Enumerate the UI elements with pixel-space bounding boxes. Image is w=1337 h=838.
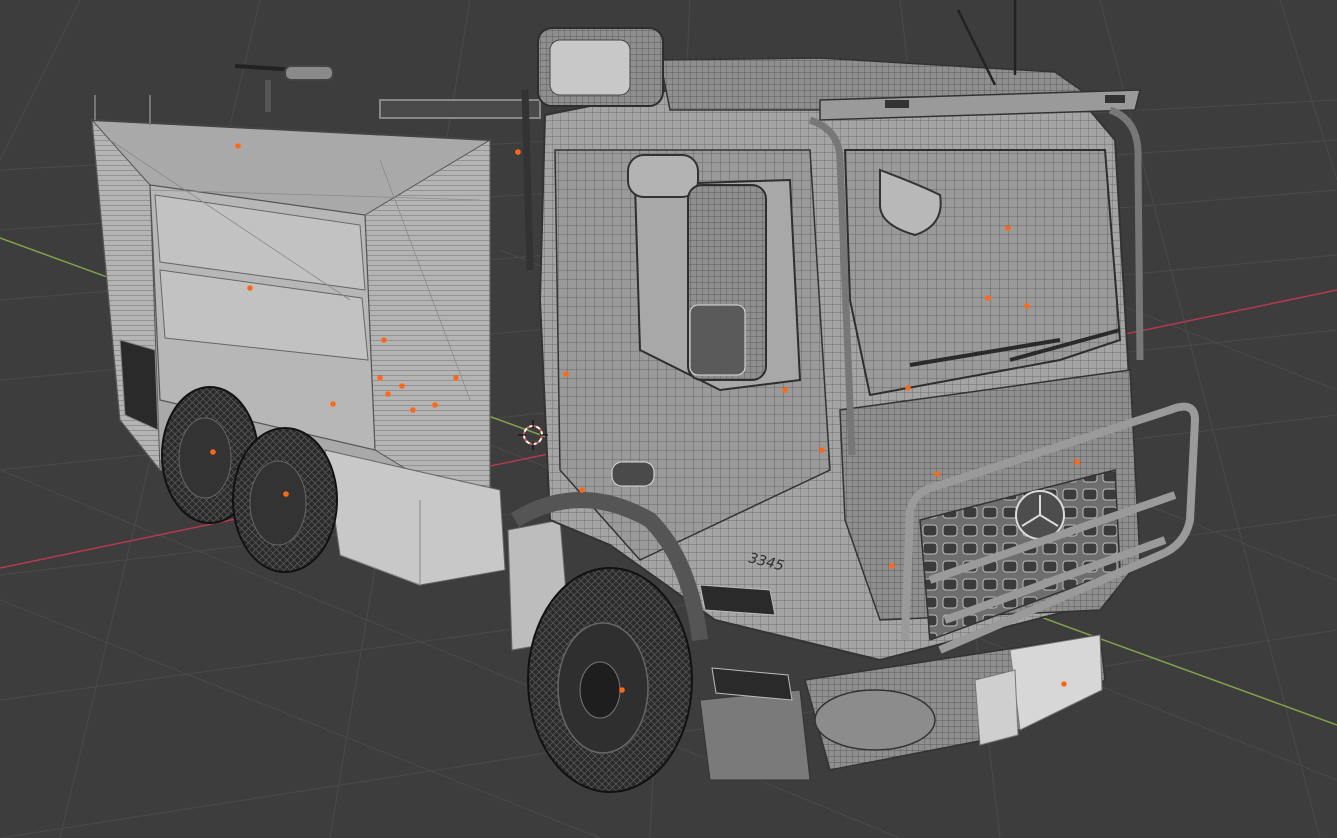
3d-cursor-icon[interactable] [518,420,548,450]
headlight [814,689,936,751]
front-wheel[interactable] [527,567,693,793]
3d-viewport[interactable]: 3345 [0,0,1337,838]
viewport-canvas[interactable]: 3345 [0,0,1337,838]
roof-rail [94,64,541,125]
rear-wheel-2[interactable] [232,427,338,573]
